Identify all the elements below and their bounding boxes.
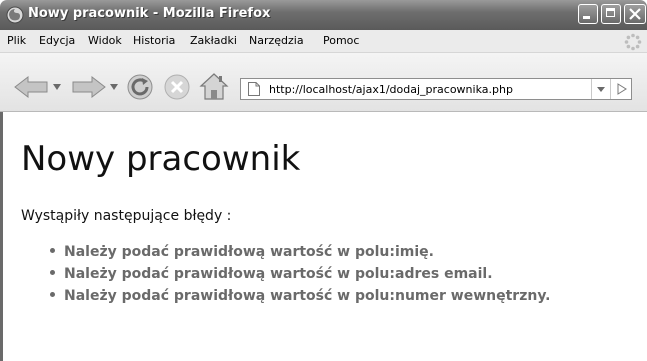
bullet-icon xyxy=(50,291,55,297)
page-icon xyxy=(248,82,260,96)
menu-bar: Plik Edycja Widok Historia Zakładki Narz… xyxy=(0,30,647,53)
menu-item-narzedzia[interactable]: Narzędzia xyxy=(249,34,304,47)
error-item: Należy podać prawidłową wartość w polu:n… xyxy=(50,288,551,308)
close-button[interactable] xyxy=(624,4,646,24)
reload-icon[interactable] xyxy=(126,73,154,101)
forward-arrow-icon[interactable] xyxy=(72,76,106,98)
go-arrow-icon xyxy=(617,83,627,95)
error-intro-text: Wystąpiły następujące błędy : xyxy=(21,208,232,224)
firefox-icon xyxy=(6,6,24,24)
error-text: Należy podać prawidłową wartość w polu:i… xyxy=(64,244,434,260)
chevron-down-icon[interactable] xyxy=(53,84,61,90)
url-bar[interactable]: http://localhost/ajax1/dodaj_pracownika.… xyxy=(240,78,632,100)
back-arrow-icon[interactable] xyxy=(14,76,48,98)
maximize-button[interactable] xyxy=(601,4,621,24)
page-title: Nowy pracownik xyxy=(21,139,301,179)
navigation-toolbar: http://localhost/ajax1/dodaj_pracownika.… xyxy=(0,53,647,112)
window-title: Nowy pracownik - Mozilla Firefox xyxy=(28,6,271,21)
home-icon[interactable] xyxy=(199,71,229,101)
chevron-down-icon xyxy=(597,87,605,92)
bullet-icon xyxy=(50,269,55,275)
error-item: Należy podać prawidłową wartość w polu:i… xyxy=(50,244,434,264)
minimize-button[interactable] xyxy=(578,4,598,24)
bullet-icon xyxy=(50,247,55,253)
title-bar[interactable]: Nowy pracownik - Mozilla Firefox xyxy=(0,0,647,30)
go-button[interactable] xyxy=(610,79,632,99)
url-text[interactable]: http://localhost/ajax1/dodaj_pracownika.… xyxy=(269,83,513,96)
window-border xyxy=(0,112,3,361)
menu-item-historia[interactable]: Historia xyxy=(133,34,175,47)
menu-item-widok[interactable]: Widok xyxy=(88,34,122,47)
error-text: Należy podać prawidłową wartość w polu:n… xyxy=(64,288,551,304)
error-item: Należy podać prawidłową wartość w polu:a… xyxy=(50,266,493,286)
url-dropdown-button[interactable] xyxy=(591,79,610,99)
stop-icon[interactable] xyxy=(163,73,191,101)
close-icon xyxy=(629,8,641,20)
menu-item-plik[interactable]: Plik xyxy=(7,34,26,47)
menu-item-edycja[interactable]: Edycja xyxy=(39,34,75,47)
error-text: Należy podać prawidłową wartość w polu:a… xyxy=(64,266,493,282)
browser-window: Nowy pracownik - Mozilla Firefox Plik Ed… xyxy=(0,0,647,361)
menu-item-pomoc[interactable]: Pomoc xyxy=(323,34,359,47)
menu-item-zakladki[interactable]: Zakładki xyxy=(190,34,237,47)
throbber-icon xyxy=(624,33,642,51)
chevron-down-icon[interactable] xyxy=(110,84,118,90)
